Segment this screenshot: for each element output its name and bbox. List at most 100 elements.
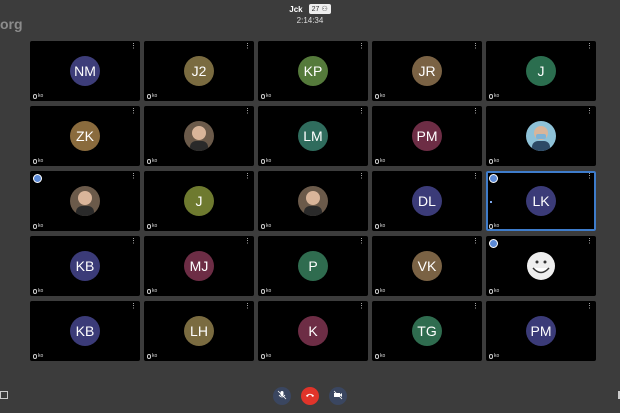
tile-status: ko: [147, 93, 157, 99]
tile-status: ko: [375, 158, 385, 164]
participant-tile[interactable]: DL ⋮ ko: [372, 171, 482, 231]
participant-tile[interactable]: LK ⋮ ko: [486, 171, 596, 231]
avatar: J: [184, 186, 214, 216]
participant-count-badge[interactable]: 27 ⚇: [308, 4, 331, 14]
tile-status-text: ko: [380, 288, 386, 294]
tile-status-text: ko: [266, 223, 272, 229]
tile-status: ko: [261, 158, 271, 164]
participant-tile[interactable]: TG ⋮ ko: [372, 301, 482, 361]
participant-tile[interactable]: NM ⋮ ko: [30, 41, 140, 101]
muted-mic-icon: [33, 158, 37, 164]
tile-menu-icon[interactable]: ⋮: [586, 303, 593, 310]
tile-menu-icon[interactable]: ⋮: [130, 303, 137, 310]
participant-tile[interactable]: ZK ⋮ ko: [30, 106, 140, 166]
tile-status-text: ko: [494, 288, 500, 294]
participant-tile[interactable]: MJ ⋮ ko: [144, 236, 254, 296]
tile-status: ko: [489, 353, 499, 359]
participant-tile[interactable]: ⋮ ko: [30, 171, 140, 231]
tile-status: ko: [261, 288, 271, 294]
tile-menu-icon[interactable]: ⋮: [472, 43, 479, 50]
tile-status-text: ko: [152, 93, 158, 99]
tile-status-text: ko: [152, 288, 158, 294]
muted-mic-icon: [489, 353, 493, 359]
participant-tile[interactable]: LM ⋮ ko: [258, 106, 368, 166]
tile-menu-icon[interactable]: ⋮: [358, 303, 365, 310]
tile-menu-icon[interactable]: ⋮: [472, 303, 479, 310]
tile-menu-icon[interactable]: ⋮: [358, 238, 365, 245]
avatar: KB: [70, 251, 100, 281]
participants-icon: ⚇: [321, 6, 328, 13]
tile-menu-icon[interactable]: ⋮: [130, 238, 137, 245]
tile-menu-icon[interactable]: ⋮: [130, 173, 137, 180]
tile-status: ko: [147, 223, 157, 229]
avatar: KB: [70, 316, 100, 346]
tile-status-text: ko: [38, 223, 44, 229]
muted-mic-icon: [489, 223, 493, 229]
avatar: JR: [412, 56, 442, 86]
mic-toggle-button[interactable]: [273, 387, 291, 405]
tile-menu-icon[interactable]: ⋮: [244, 108, 251, 115]
pin-icon[interactable]: [33, 174, 42, 183]
tile-menu-icon[interactable]: ⋮: [130, 108, 137, 115]
tile-menu-icon[interactable]: ⋮: [244, 173, 251, 180]
participant-tile[interactable]: PM ⋮ ko: [486, 301, 596, 361]
participant-tile[interactable]: JR ⋮ ko: [372, 41, 482, 101]
participant-grid: NM ⋮ ko J2 ⋮ ko KP ⋮ ko JR ⋮ ko J ⋮ ko ZK ⋮ ko ⋮ ko LM ⋮ ko PM ⋮…: [30, 41, 596, 361]
participant-tile[interactable]: ⋮ ko: [486, 106, 596, 166]
tile-menu-icon[interactable]: ⋮: [586, 173, 593, 180]
tile-menu-icon[interactable]: ⋮: [586, 238, 593, 245]
tile-status: ko: [33, 93, 43, 99]
tile-status-text: ko: [152, 223, 158, 229]
participant-tile[interactable]: KP ⋮ ko: [258, 41, 368, 101]
tile-menu-icon[interactable]: ⋮: [130, 43, 137, 50]
tile-status-text: ko: [380, 158, 386, 164]
muted-mic-icon: [33, 353, 37, 359]
tile-status-text: ko: [38, 288, 44, 294]
pin-icon[interactable]: [489, 174, 498, 183]
hangup-button[interactable]: [301, 387, 319, 405]
participant-tile[interactable]: KB ⋮ ko: [30, 301, 140, 361]
participant-tile[interactable]: ⋮ ko: [258, 171, 368, 231]
tile-status: ko: [33, 158, 43, 164]
avatar: TG: [412, 316, 442, 346]
participant-tile[interactable]: LH ⋮ ko: [144, 301, 254, 361]
participant-tile[interactable]: J ⋮ ko: [144, 171, 254, 231]
camera-off-icon: [333, 390, 343, 402]
camera-toggle-button[interactable]: [329, 387, 347, 405]
participant-tile[interactable]: ⋮ ko: [144, 106, 254, 166]
muted-mic-icon: [147, 223, 151, 229]
avatar: P: [298, 251, 328, 281]
participant-tile[interactable]: P ⋮ ko: [258, 236, 368, 296]
tile-status-text: ko: [494, 93, 500, 99]
tile-menu-icon[interactable]: ⋮: [244, 43, 251, 50]
avatar: LM: [298, 121, 328, 151]
participant-tile[interactable]: J ⋮ ko: [486, 41, 596, 101]
participant-tile[interactable]: ⋮ ko: [486, 236, 596, 296]
tile-status-text: ko: [266, 93, 272, 99]
participant-tile[interactable]: KB ⋮ ko: [30, 236, 140, 296]
muted-mic-icon: [375, 288, 379, 294]
tile-menu-icon[interactable]: ⋮: [472, 238, 479, 245]
tile-status: ko: [33, 353, 43, 359]
meeting-timer: 2:14:34: [296, 16, 324, 25]
tile-status-text: ko: [152, 353, 158, 359]
tile-menu-icon[interactable]: ⋮: [586, 43, 593, 50]
participant-tile[interactable]: K ⋮ ko: [258, 301, 368, 361]
tile-menu-icon[interactable]: ⋮: [358, 173, 365, 180]
avatar: J2: [184, 56, 214, 86]
tile-menu-icon[interactable]: ⋮: [472, 108, 479, 115]
tile-menu-icon[interactable]: ⋮: [472, 173, 479, 180]
tile-menu-icon[interactable]: ⋮: [244, 238, 251, 245]
participant-tile[interactable]: PM ⋮ ko: [372, 106, 482, 166]
participant-tile[interactable]: J2 ⋮ ko: [144, 41, 254, 101]
tile-menu-icon[interactable]: ⋮: [244, 303, 251, 310]
tile-status-text: ko: [380, 353, 386, 359]
tile-menu-icon[interactable]: ⋮: [358, 43, 365, 50]
participant-tile[interactable]: VK ⋮ ko: [372, 236, 482, 296]
avatar: [526, 121, 556, 151]
tile-status: ko: [489, 223, 499, 229]
tile-menu-icon[interactable]: ⋮: [358, 108, 365, 115]
muted-mic-icon: [489, 288, 493, 294]
pin-icon[interactable]: [489, 239, 498, 248]
tile-menu-icon[interactable]: ⋮: [586, 108, 593, 115]
